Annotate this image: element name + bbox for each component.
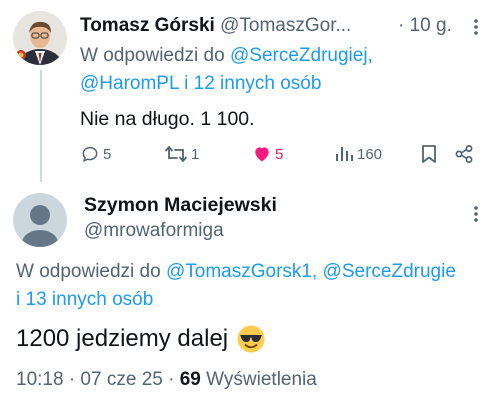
bookmark-icon xyxy=(422,145,436,163)
sunglasses-emoji-icon xyxy=(236,324,266,354)
retweet-count: 1 xyxy=(191,145,200,163)
view-label: Wyświetlenia xyxy=(206,369,317,390)
avatar-default[interactable] xyxy=(13,193,67,247)
avatar[interactable] xyxy=(13,11,67,65)
share-button[interactable] xyxy=(454,140,474,168)
reply-button[interactable]: 5 xyxy=(80,140,111,168)
mention-link[interactable]: @TomaszGorsk1, xyxy=(166,261,317,282)
like-count: 5 xyxy=(275,145,284,163)
thread-line xyxy=(40,70,42,182)
tweet-text: 1200 jedziemy dalej xyxy=(16,322,266,356)
views-button[interactable]: 160 xyxy=(334,140,382,168)
tweet-time[interactable]: · 10 g. xyxy=(398,12,452,40)
tweet-text-content: 1200 jedziemy dalej xyxy=(16,325,229,352)
analytics-icon xyxy=(336,147,353,161)
avatar-photo-icon xyxy=(13,11,67,65)
author-handle[interactable]: @TomaszGor... xyxy=(220,15,351,36)
mention-link[interactable]: @SerceZdrugiej, xyxy=(230,45,373,66)
tweet-header: Tomasz Górski @TomaszGor... · 10 g. xyxy=(80,12,480,40)
heart-filled-icon xyxy=(255,147,269,162)
reply-context: W odpowiedzi do @SerceZdrugiej, @HaromPL… xyxy=(80,42,440,98)
author-name[interactable]: Tomasz Górski xyxy=(80,15,215,36)
author-name[interactable]: Szymon Maciejewski xyxy=(84,191,277,219)
bookmark-button[interactable] xyxy=(420,140,438,168)
tweet-meta: 10:18 · 07 cze 25 · 69 Wyświetlenia xyxy=(16,366,317,394)
timestamp[interactable]: 10:18 · 07 cze 25 · xyxy=(16,369,174,390)
tweet-actions: 5 1 5 160 xyxy=(80,140,490,168)
retweet-icon xyxy=(165,146,187,162)
others-link[interactable]: i 13 innych osób xyxy=(16,286,500,314)
mention-link[interactable]: @SerceZdrugie xyxy=(323,261,456,282)
reply-context: W odpowiedzi do @TomaszGorsk1, @SerceZdr… xyxy=(16,258,500,314)
author-handle[interactable]: @mrowaformiga xyxy=(84,218,224,244)
reply-prefix: W odpowiedzi do xyxy=(80,45,225,66)
more-options-icon[interactable] xyxy=(466,204,486,224)
more-options-icon[interactable] xyxy=(466,17,486,37)
mention-link[interactable]: @HaromPL xyxy=(80,73,179,94)
share-icon xyxy=(455,145,473,163)
views-count: 160 xyxy=(357,145,383,163)
reply-icon xyxy=(82,146,98,163)
like-button[interactable]: 5 xyxy=(252,140,283,168)
default-avatar-icon xyxy=(13,193,67,247)
reply-prefix: W odpowiedzi do xyxy=(16,261,161,282)
retweet-button[interactable]: 1 xyxy=(164,140,199,168)
view-count: 69 xyxy=(179,369,201,390)
others-link[interactable]: i 12 innych osób xyxy=(184,73,321,94)
reply-count: 5 xyxy=(103,145,112,163)
tweet-text: Nie na długo. 1 100. xyxy=(80,108,255,130)
